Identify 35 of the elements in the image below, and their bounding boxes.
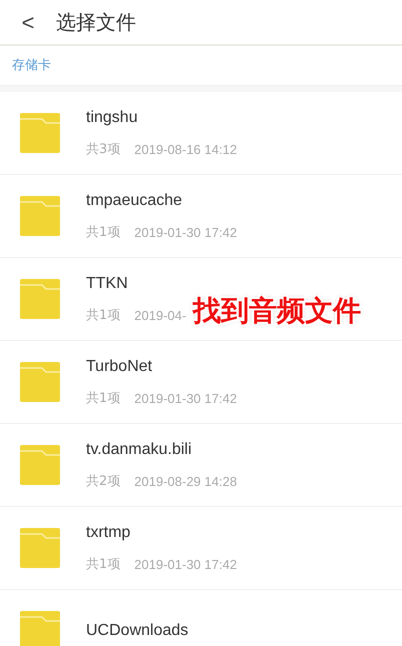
page-title: 选择文件: [56, 9, 136, 36]
folder-name: TTKN: [86, 274, 129, 294]
folder-row[interactable]: UCDownloads: [0, 590, 402, 646]
folder-name: tmpaeucache: [86, 191, 184, 212]
folder-name: txrtmp: [86, 523, 132, 544]
folder-name: UCDownloads: [86, 621, 188, 641]
folder-icon: [18, 360, 62, 404]
folder-row[interactable]: TurboNet 共1项 2019-01-30 17:42: [0, 341, 402, 424]
folder-icon: [18, 526, 62, 570]
folder-name: TurboNet: [86, 357, 154, 378]
item-count: 共3项: [86, 141, 120, 160]
folder-icon: [18, 111, 62, 155]
item-count: 共1项: [86, 307, 120, 326]
modified-date: 2019-01-30 17:42: [134, 556, 237, 574]
folder-name: tv.danmaku.bili: [86, 440, 193, 460]
modified-date: 2019-04-: [134, 307, 186, 326]
back-button[interactable]: <: [18, 6, 38, 38]
annotation-text: 找到音频文件: [193, 293, 361, 329]
modified-date: 2019-08-16 14:12: [134, 141, 237, 160]
modified-date: 2019-01-30 17:42: [134, 224, 237, 242]
folder-row[interactable]: tingshu 共3项 2019-08-16 14:12: [0, 92, 402, 175]
folder-icon: [18, 443, 62, 487]
modified-date: 2019-01-30 17:42: [134, 390, 237, 408]
folder-icon: [18, 277, 62, 321]
folder-icon: [18, 609, 62, 646]
item-count: 共2项: [86, 473, 120, 492]
modified-date: 2019-08-29 14:28: [134, 473, 237, 492]
item-count: 共1项: [86, 224, 120, 242]
item-count: 共1项: [86, 390, 120, 408]
folder-icon: [18, 194, 62, 238]
folder-name: tingshu: [86, 108, 139, 128]
folder-row[interactable]: txrtmp 共1项 2019-01-30 17:42: [0, 507, 402, 590]
folder-row[interactable]: tv.danmaku.bili 共2项 2019-08-29 14:28: [0, 424, 402, 507]
item-count: 共1项: [86, 556, 120, 574]
folder-row[interactable]: tmpaeucache 共1项 2019-01-30 17:42: [0, 175, 402, 258]
